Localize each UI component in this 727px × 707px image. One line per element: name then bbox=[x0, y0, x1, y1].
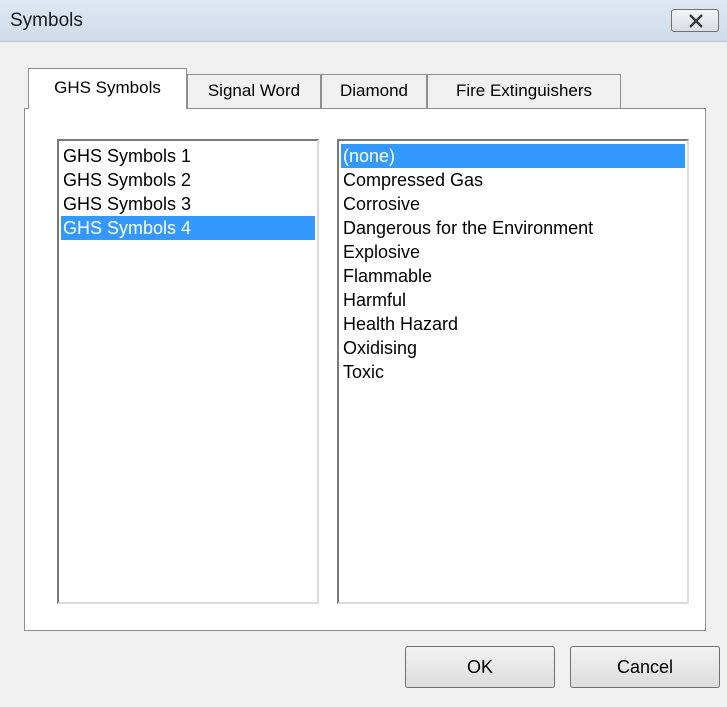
list-item-label: Toxic bbox=[343, 362, 385, 382]
list-item-label: (none) bbox=[343, 146, 396, 166]
list-item-label: Health Hazard bbox=[343, 314, 459, 334]
close-button[interactable] bbox=[671, 9, 719, 32]
tab-label: GHS Symbols bbox=[54, 78, 161, 97]
list-item-label: Flammable bbox=[343, 266, 433, 286]
list-item-label: Compressed Gas bbox=[343, 170, 484, 190]
list-item-health-hazard[interactable]: Health Hazard bbox=[341, 312, 685, 336]
list-item-label: Harmful bbox=[343, 290, 407, 310]
list-item-oxidising[interactable]: Oxidising bbox=[341, 336, 685, 360]
cancel-button[interactable]: Cancel bbox=[570, 646, 720, 688]
list-item-label: Corrosive bbox=[343, 194, 421, 214]
ghs-symbols-tab-panel: GHS Symbols 1 GHS Symbols 2 GHS Symbols … bbox=[24, 108, 706, 631]
list-item-flammable[interactable]: Flammable bbox=[341, 264, 685, 288]
tab-diamond[interactable]: Diamond bbox=[321, 74, 427, 108]
list-item-ghs-symbols-2[interactable]: GHS Symbols 2 bbox=[61, 168, 315, 192]
tab-signal-word[interactable]: Signal Word bbox=[187, 74, 321, 108]
symbols-dialog: Symbols GHS Symbols Signal Word Diamond … bbox=[0, 0, 727, 707]
list-item-label: Dangerous for the Environment bbox=[343, 218, 594, 238]
close-icon bbox=[689, 14, 703, 28]
list-item-label: GHS Symbols 3 bbox=[63, 194, 192, 214]
ok-button[interactable]: OK bbox=[405, 646, 555, 688]
dialog-title: Symbols bbox=[10, 10, 83, 31]
tab-fire-extinguishers[interactable]: Fire Extinguishers bbox=[427, 74, 621, 108]
list-item-corrosive[interactable]: Corrosive bbox=[341, 192, 685, 216]
tab-label: Fire Extinguishers bbox=[455, 81, 593, 100]
list-item-ghs-symbols-1[interactable]: GHS Symbols 1 bbox=[61, 144, 315, 168]
tab-label: Signal Word bbox=[207, 81, 301, 100]
tab-label: Diamond bbox=[339, 81, 409, 100]
list-item-none[interactable]: (none) bbox=[341, 144, 685, 168]
symbol-list[interactable]: (none) Compressed Gas Corrosive Dangerou… bbox=[337, 139, 689, 604]
list-item-ghs-symbols-3[interactable]: GHS Symbols 3 bbox=[61, 192, 315, 216]
list-item-dangerous-for-the-environment[interactable]: Dangerous for the Environment bbox=[341, 216, 685, 240]
cancel-button-label: Cancel bbox=[616, 657, 674, 677]
list-item-label: GHS Symbols 1 bbox=[63, 146, 192, 166]
ok-button-label: OK bbox=[466, 657, 493, 677]
list-item-label: GHS Symbols 2 bbox=[63, 170, 192, 190]
list-item-label: Oxidising bbox=[343, 338, 418, 358]
title-bar: Symbols bbox=[0, 0, 727, 42]
list-item-harmful[interactable]: Harmful bbox=[341, 288, 685, 312]
list-item-label: GHS Symbols 4 bbox=[63, 218, 192, 238]
list-item-toxic[interactable]: Toxic bbox=[341, 360, 685, 384]
tab-ghs-symbols[interactable]: GHS Symbols bbox=[28, 68, 187, 109]
list-item-label: Explosive bbox=[343, 242, 421, 262]
list-item-explosive[interactable]: Explosive bbox=[341, 240, 685, 264]
symbol-set-list[interactable]: GHS Symbols 1 GHS Symbols 2 GHS Symbols … bbox=[57, 139, 319, 604]
list-item-compressed-gas[interactable]: Compressed Gas bbox=[341, 168, 685, 192]
list-item-ghs-symbols-4[interactable]: GHS Symbols 4 bbox=[61, 216, 315, 240]
